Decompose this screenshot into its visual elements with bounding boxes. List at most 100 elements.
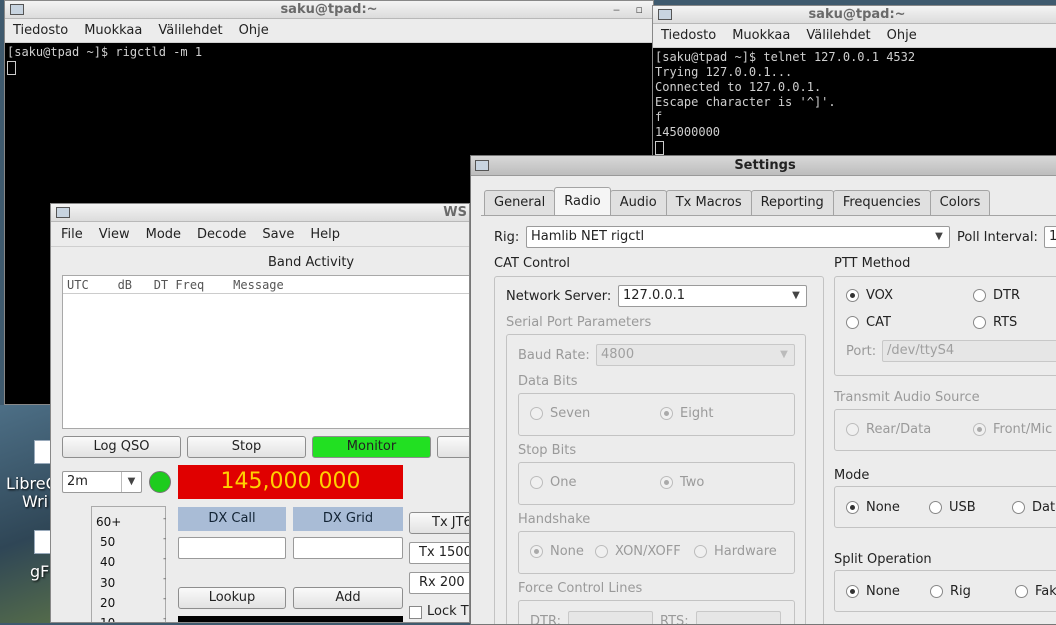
time-display	[178, 616, 403, 622]
titlebar[interactable]: saku@tpad:~	[653, 6, 1056, 24]
poll-interval-value: 1	[1049, 229, 1056, 244]
status-led	[149, 471, 171, 493]
one-label: One	[550, 475, 577, 490]
mode-none-radio[interactable]	[846, 501, 859, 514]
window-title: WS	[443, 205, 467, 220]
chevron-down-icon: ▼	[935, 231, 943, 242]
terminal-window-right: saku@tpad:~ Tiedosto Muokkaa Välilehdet …	[652, 5, 1056, 168]
tab-colors[interactable]: Colors	[929, 190, 991, 215]
xonxoff-label: XON/XOFF	[615, 544, 681, 559]
menu-view[interactable]: View	[99, 227, 130, 242]
split-fake-label: Fak	[1035, 584, 1056, 599]
data-radio[interactable]	[1012, 501, 1025, 514]
dx-call-input[interactable]	[178, 537, 286, 559]
baud-rate-label: Baud Rate:	[518, 348, 590, 363]
network-server-input[interactable]: 127.0.0.1 ▼	[618, 285, 807, 307]
meter-scale-label: 10	[100, 616, 116, 623]
menu-save[interactable]: Save	[262, 227, 294, 242]
lookup-button[interactable]: Lookup	[178, 587, 286, 609]
window-controls[interactable]: ‒ ▫	[613, 1, 649, 18]
titlebar[interactable]: WS	[51, 204, 469, 222]
terminal-screen[interactable]: [saku@tpad ~]$ telnet 127.0.0.1 4532 Try…	[653, 48, 1056, 168]
vox-radio[interactable]	[846, 289, 859, 302]
rear-data-radio[interactable]	[846, 423, 859, 436]
titlebar[interactable]: saku@tpad:~ ‒ ▫	[5, 1, 653, 19]
dtr-radio[interactable]	[973, 289, 986, 302]
front-mic-radio[interactable]	[973, 423, 986, 436]
cat-radio[interactable]	[846, 316, 859, 329]
eight-radio[interactable]	[660, 407, 673, 420]
wsjtx-window: WS File View Mode Decode Save Help Band …	[50, 203, 470, 623]
terminal-line: [saku@tpad ~]$ telnet 127.0.0.1 4532	[655, 50, 916, 64]
rig-select[interactable]: Hamlib NET rigctl ▼	[526, 226, 950, 248]
menu-mode[interactable]: Mode	[146, 227, 181, 242]
handshake-none-radio[interactable]	[530, 545, 543, 558]
tab-tx-macros[interactable]: Tx Macros	[665, 190, 752, 215]
menu-valilehdet[interactable]: Välilehdet	[158, 23, 222, 38]
band-select[interactable]: 2m ▼	[62, 471, 142, 493]
menu-tiedosto[interactable]: Tiedosto	[661, 28, 716, 43]
tab-reporting[interactable]: Reporting	[750, 190, 834, 215]
monitor-button[interactable]: Monitor	[312, 436, 431, 458]
dx-grid-input[interactable]	[293, 537, 403, 559]
mode-none-label: None	[866, 500, 900, 515]
split-none-label: None	[866, 584, 900, 599]
band-activity-panel[interactable]: UTC dB DT Freq Message	[62, 275, 469, 429]
rts-label: RTS:	[660, 614, 689, 625]
desktop-label-gf[interactable]: gF	[30, 562, 49, 581]
ptt-method-title: PTT Method	[834, 256, 911, 271]
split-rig-radio[interactable]	[930, 585, 943, 598]
cat-control-title: CAT Control	[494, 256, 571, 271]
meter-scale-label: 30	[100, 576, 116, 590]
signal-meter: 60+ 50 40 30 20 10	[91, 506, 166, 623]
two-radio[interactable]	[660, 476, 673, 489]
baud-rate-select[interactable]: 4800 ▼	[596, 344, 795, 366]
split-fake-radio[interactable]	[1015, 585, 1028, 598]
tab-radio[interactable]: Radio	[554, 187, 611, 215]
rear-data-label: Rear/Data	[866, 422, 932, 437]
menu-help[interactable]: Help	[310, 227, 340, 242]
menu-decode[interactable]: Decode	[197, 227, 246, 242]
tx-mode-button[interactable]: Tx JT6	[409, 512, 469, 534]
terminal-line: 145000000	[655, 125, 721, 139]
terminal-line: Escape character is '^]'.	[655, 95, 836, 109]
poll-interval-spinbox[interactable]: 1	[1044, 226, 1056, 248]
tab-general[interactable]: General	[484, 190, 556, 215]
seven-radio[interactable]	[530, 407, 543, 420]
network-server-label: Network Server:	[506, 289, 612, 304]
menu-ohje[interactable]: Ohje	[239, 23, 269, 38]
tab-frequencies[interactable]: Frequencies	[832, 190, 931, 215]
rx-freq-spinbox[interactable]: Rx 200	[409, 572, 469, 594]
tx-freq-spinbox[interactable]: Tx 1500	[409, 542, 469, 564]
menu-ohje[interactable]: Ohje	[887, 28, 917, 43]
split-none-radio[interactable]	[846, 585, 859, 598]
serial-port-params-title: Serial Port Parameters	[506, 315, 652, 330]
rts-radio[interactable]	[973, 316, 986, 329]
stop-button[interactable]: Stop	[187, 436, 306, 458]
transmit-audio-source-title: Transmit Audio Source	[834, 390, 980, 405]
usb-radio[interactable]	[929, 501, 942, 514]
window-title: saku@tpad:~	[808, 7, 906, 22]
add-button[interactable]: Add	[293, 587, 403, 609]
menu-file[interactable]: File	[61, 227, 83, 242]
handshake-title: Handshake	[518, 512, 591, 527]
menu-valilehdet[interactable]: Välilehdet	[806, 28, 870, 43]
port-select[interactable]: /dev/ttyS4	[882, 340, 1056, 362]
seven-label: Seven	[550, 406, 591, 421]
titlebar[interactable]: Settings	[471, 156, 1056, 176]
lock-tx-checkbox[interactable]	[409, 606, 422, 619]
log-qso-button[interactable]: Log QSO	[62, 436, 181, 458]
desktop-label-writer[interactable]: Wri	[22, 492, 48, 511]
cat-label: CAT	[866, 315, 891, 330]
band-activity-header: UTC dB DT Freq Message	[63, 276, 469, 294]
lock-tx-label: Lock T	[427, 604, 469, 619]
menu-muokkaa[interactable]: Muokkaa	[84, 23, 142, 38]
menu-tiedosto[interactable]: Tiedosto	[13, 23, 68, 38]
hardware-radio[interactable]	[694, 545, 707, 558]
one-radio[interactable]	[530, 476, 543, 489]
menu-muokkaa[interactable]: Muokkaa	[732, 28, 790, 43]
tab-audio[interactable]: Audio	[609, 190, 667, 215]
port-label: Port:	[846, 344, 877, 359]
xonxoff-radio[interactable]	[595, 545, 608, 558]
extra-button[interactable]	[437, 436, 469, 458]
